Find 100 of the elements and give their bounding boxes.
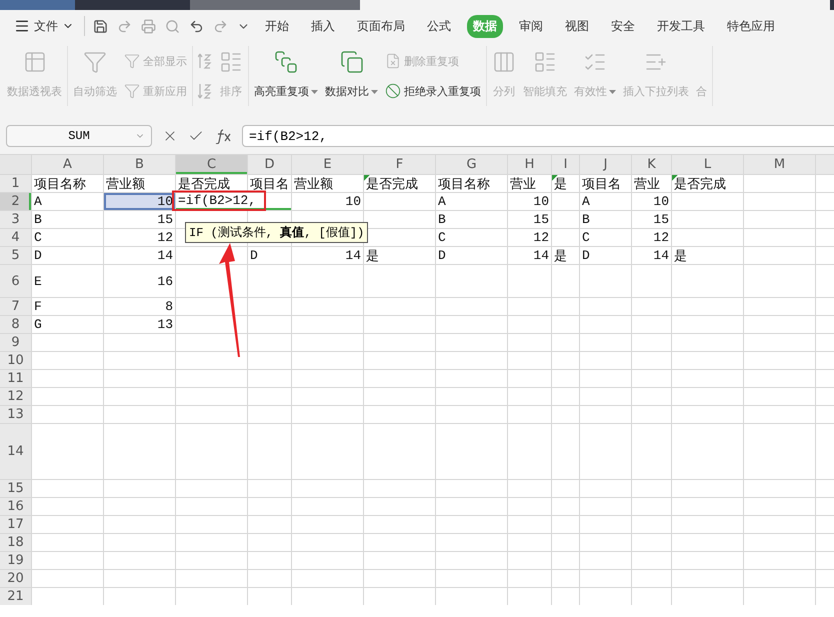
table-cell xyxy=(364,498,435,515)
menu-tab[interactable]: 公式 xyxy=(421,14,457,38)
row-header[interactable]: 10 xyxy=(0,352,31,369)
row-header[interactable]: 14 xyxy=(0,424,31,479)
table-cell xyxy=(176,406,247,423)
table-cell xyxy=(292,424,363,479)
table-cell xyxy=(292,570,363,587)
row-header[interactable]: 6 xyxy=(0,265,31,297)
row-header[interactable]: 8 xyxy=(0,316,31,333)
menu-tab[interactable]: 审阅 xyxy=(513,14,549,38)
menu-tab[interactable]: 开发工具 xyxy=(651,14,711,38)
menu-tab[interactable]: 页面布局 xyxy=(351,14,411,38)
column-header[interactable]: M xyxy=(744,155,815,174)
table-cell xyxy=(816,175,834,192)
table-cell xyxy=(292,370,363,387)
print-icon[interactable] xyxy=(141,18,156,34)
column-header[interactable]: J xyxy=(580,155,631,174)
column-header[interactable]: F xyxy=(364,155,435,174)
row-header[interactable]: 12 xyxy=(0,388,31,405)
ribbon-button[interactable]: 高亮重复项 xyxy=(252,46,320,106)
table-cell xyxy=(176,570,247,587)
table-cell xyxy=(816,516,834,533)
table-cell xyxy=(580,406,631,423)
sort-ascending-icon xyxy=(198,52,212,70)
row-header[interactable]: 5 xyxy=(0,247,31,264)
file-menu[interactable]: 文件 xyxy=(10,18,78,34)
table-cell: 是否完成 xyxy=(364,175,435,192)
table-cell xyxy=(552,193,579,210)
columns-icon xyxy=(492,50,516,74)
column-header[interactable]: K xyxy=(632,155,671,174)
table-cell xyxy=(248,388,291,405)
table-cell xyxy=(744,352,815,369)
menu-tab[interactable]: 插入 xyxy=(305,14,341,38)
column-header[interactable]: B xyxy=(104,155,175,174)
column-header[interactable]: G xyxy=(436,155,507,174)
row-header[interactable]: 16 xyxy=(0,498,31,515)
table-cell xyxy=(816,298,834,315)
table-cell xyxy=(248,265,291,297)
table-cell xyxy=(248,516,291,533)
column-header[interactable]: C xyxy=(176,155,247,174)
ribbon-button[interactable]: 拒绝录入重复项 xyxy=(383,81,483,101)
row-header[interactable]: 20 xyxy=(0,570,31,587)
column-header[interactable]: H xyxy=(508,155,551,174)
row-header[interactable]: 1 xyxy=(0,175,31,192)
table-cell xyxy=(364,570,435,587)
row-header[interactable]: 4 xyxy=(0,229,31,246)
table-cell xyxy=(176,316,247,333)
table-cell: A xyxy=(436,193,507,210)
undo-icon[interactable] xyxy=(189,18,204,34)
table-cell xyxy=(816,247,834,264)
row-header[interactable]: 21 xyxy=(0,588,31,605)
table-cell xyxy=(248,588,291,605)
column-header[interactable]: A xyxy=(32,155,103,174)
column-header[interactable]: E xyxy=(292,155,363,174)
menu-tab[interactable]: 安全 xyxy=(605,14,641,38)
row-header[interactable]: 3 xyxy=(0,211,31,228)
row-header[interactable]: 19 xyxy=(0,552,31,569)
table-cell xyxy=(552,352,579,369)
table-cell: 15 xyxy=(632,211,671,228)
redo-icon[interactable] xyxy=(213,18,228,34)
table-cell xyxy=(176,298,247,315)
row-header[interactable]: 9 xyxy=(0,334,31,351)
column-header[interactable]: I xyxy=(552,155,579,174)
table-cell xyxy=(816,424,834,479)
table-cell xyxy=(248,552,291,569)
row-header[interactable]: 7 xyxy=(0,298,31,315)
table-cell xyxy=(672,588,743,605)
table-cell: C xyxy=(32,229,103,246)
table-cell xyxy=(580,265,631,297)
table-cell xyxy=(580,552,631,569)
row-header[interactable]: 11 xyxy=(0,370,31,387)
name-box[interactable]: SUM xyxy=(6,125,152,147)
preview-icon[interactable] xyxy=(165,18,180,34)
table-cell xyxy=(580,388,631,405)
table-cell xyxy=(672,480,743,497)
table-cell xyxy=(744,193,815,210)
table-cell: 10 xyxy=(508,193,551,210)
menu-tab[interactable]: 开始 xyxy=(259,14,295,38)
menu-tab[interactable]: 视图 xyxy=(559,14,595,38)
row-header[interactable]: 13 xyxy=(0,406,31,423)
table-cell xyxy=(104,334,175,351)
column-header[interactable]: D xyxy=(248,155,291,174)
table-cell xyxy=(744,370,815,387)
table-cell xyxy=(176,498,247,515)
table-cell xyxy=(580,570,631,587)
row-header[interactable]: 18 xyxy=(0,534,31,551)
function-icon[interactable] xyxy=(214,128,232,144)
menu-tab[interactable]: 特色应用 xyxy=(721,14,781,38)
ribbon-button[interactable]: 数据对比 xyxy=(323,46,380,106)
table-cell xyxy=(632,352,671,369)
column-header[interactable]: L xyxy=(672,155,743,174)
row-header[interactable]: 2 xyxy=(0,193,31,210)
table-cell xyxy=(632,265,671,297)
formula-field[interactable]: =if(B2>12, xyxy=(242,125,834,147)
row-header[interactable]: 17 xyxy=(0,516,31,533)
row-header[interactable]: 15 xyxy=(0,480,31,497)
redo-icon[interactable] xyxy=(117,18,132,34)
save-icon[interactable] xyxy=(93,18,108,34)
table-cell xyxy=(816,588,834,605)
cell-editor[interactable]: =if(B2>12, xyxy=(176,193,291,210)
